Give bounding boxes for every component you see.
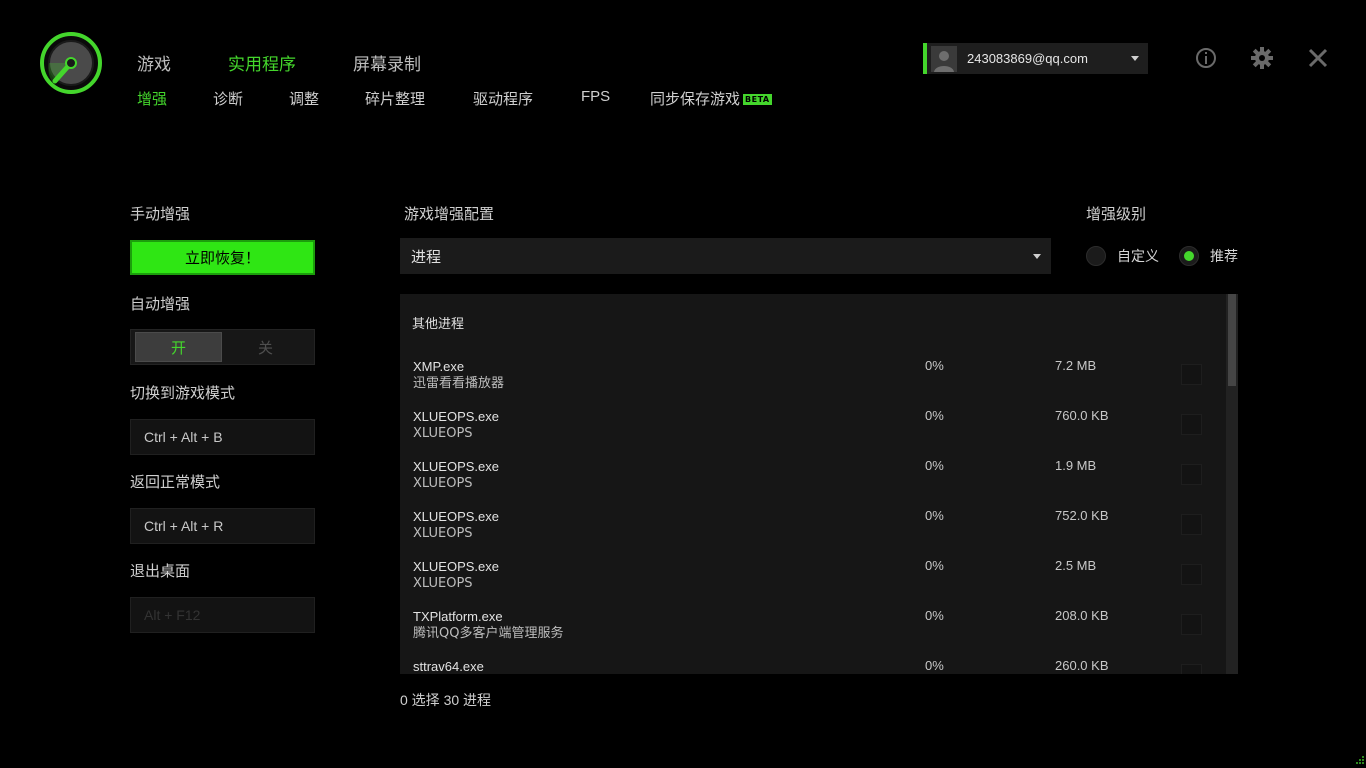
tab-games[interactable]: 游戏 [137, 50, 171, 75]
config-select-value: 进程 [411, 247, 442, 266]
scrollbar-thumb[interactable] [1228, 294, 1236, 386]
subtab-diagnostics[interactable]: 诊断 [213, 88, 243, 109]
close-icon[interactable] [1306, 46, 1330, 70]
process-name: sttrav64.exe [413, 659, 484, 674]
process-row[interactable]: XLUEOPS.exe XLUEOPS 0% 760.0 KB [400, 408, 1226, 458]
gear-icon[interactable] [1250, 46, 1274, 70]
process-name: XLUEOPS.exe [413, 409, 499, 424]
process-cpu: 0% [925, 458, 944, 473]
process-memory: 2.5 MB [1055, 558, 1097, 573]
account-dropdown[interactable]: 243083869@qq.com [923, 43, 1148, 74]
level-option-custom[interactable]: 自定义 [1086, 246, 1159, 266]
exit-desktop-hotkey-field[interactable]: Alt + F12 [130, 597, 315, 633]
selection-status: 0 选择 30 进程 [400, 692, 492, 708]
auto-boost-label: 自动增强 [130, 295, 191, 313]
process-cpu: 0% [925, 358, 944, 373]
info-icon[interactable] [1194, 46, 1218, 70]
process-list-scrollbar[interactable] [1226, 294, 1238, 674]
process-memory: 208.0 KB [1055, 608, 1109, 623]
radio-recommended[interactable] [1179, 246, 1199, 266]
process-name: XLUEOPS.exe [413, 559, 499, 574]
beta-badge: BETA [743, 94, 772, 105]
process-name: TXPlatform.exe [413, 609, 503, 624]
process-cpu: 0% [925, 408, 944, 423]
switch-game-mode-label: 切换到游戏模式 [130, 384, 236, 402]
process-checkbox[interactable] [1181, 364, 1202, 385]
level-option-custom-label: 自定义 [1117, 249, 1159, 265]
process-description: XLUEOPS [413, 526, 473, 541]
return-normal-mode-label: 返回正常模式 [130, 473, 221, 491]
process-row[interactable]: XLUEOPS.exe XLUEOPS 0% 752.0 KB [400, 508, 1226, 558]
process-cpu: 0% [925, 558, 944, 573]
process-row[interactable]: sttrav64.exe 0% 260.0 KB [400, 658, 1226, 674]
radio-selected-dot [1184, 251, 1194, 261]
process-checkbox[interactable] [1181, 664, 1202, 674]
process-description: XLUEOPS [413, 576, 473, 591]
level-option-recommended-label: 推荐 [1210, 249, 1238, 265]
process-checkbox[interactable] [1181, 464, 1202, 485]
process-row[interactable]: TXPlatform.exe 腾讯QQ多客户端管理服务 0% 208.0 KB [400, 608, 1226, 658]
process-list-panel[interactable]: 其他进程 XMP.exe 迅雷看看播放器 0% 7.2 MB XLUEOPS.e… [400, 294, 1238, 674]
boost-level-label: 增强级别 [1086, 205, 1147, 223]
return-normal-mode-hotkey-field[interactable]: Ctrl + Alt + R [130, 508, 315, 544]
subtab-game-save-sync-label: 同步保存游戏 [650, 90, 741, 108]
process-checkbox[interactable] [1181, 514, 1202, 535]
process-cpu: 0% [925, 608, 944, 623]
process-description: XLUEOPS [413, 426, 473, 441]
process-checkbox[interactable] [1181, 414, 1202, 435]
account-email: 243083869@qq.com [967, 51, 1088, 66]
razer-cortex-logo-icon[interactable] [39, 31, 103, 95]
subtab-boost[interactable]: 增强 [137, 88, 167, 109]
process-description: 迅雷看看播放器 [413, 376, 505, 391]
restore-now-button[interactable]: 立即恢复！ [130, 240, 315, 275]
subtab-fps[interactable]: FPS [581, 88, 610, 105]
process-checkbox[interactable] [1181, 564, 1202, 585]
manual-boost-label: 手动增强 [130, 205, 191, 223]
process-cpu: 0% [925, 508, 944, 523]
chevron-down-icon [1033, 254, 1041, 259]
process-name: XMP.exe [413, 359, 465, 374]
process-description: 腾讯QQ多客户端管理服务 [413, 626, 564, 641]
toggle-off-option[interactable]: 关 [222, 332, 309, 362]
tab-screen-recording[interactable]: 屏幕录制 [353, 50, 421, 75]
switch-game-mode-hotkey-field[interactable]: Ctrl + Alt + B [130, 419, 315, 455]
process-row[interactable]: XLUEOPS.exe XLUEOPS 0% 2.5 MB [400, 558, 1226, 608]
process-description: XLUEOPS [413, 476, 473, 491]
user-avatar-icon [931, 45, 957, 72]
process-memory: 260.0 KB [1055, 658, 1109, 673]
subtab-tweaks[interactable]: 调整 [289, 88, 319, 109]
process-memory: 760.0 KB [1055, 408, 1109, 423]
process-memory: 1.9 MB [1055, 458, 1097, 473]
subtab-defrag[interactable]: 碎片整理 [365, 88, 425, 109]
exit-desktop-label: 退出桌面 [130, 562, 191, 580]
process-cpu: 0% [925, 658, 944, 673]
auto-boost-toggle[interactable]: 开 关 [130, 329, 315, 365]
config-select[interactable]: 进程 [400, 238, 1051, 274]
process-memory: 752.0 KB [1055, 508, 1109, 523]
process-row[interactable]: XLUEOPS.exe XLUEOPS 0% 1.9 MB [400, 458, 1226, 508]
subtab-drivers[interactable]: 驱动程序 [473, 88, 533, 109]
tab-utilities[interactable]: 实用程序 [228, 50, 296, 75]
game-boost-config-label: 游戏增强配置 [404, 205, 495, 223]
process-checkbox[interactable] [1181, 614, 1202, 635]
toggle-on-option[interactable]: 开 [135, 332, 222, 362]
process-memory: 7.2 MB [1055, 358, 1097, 373]
process-name: XLUEOPS.exe [413, 509, 499, 524]
process-group-title: 其他进程 [412, 317, 465, 332]
chevron-down-icon [1131, 56, 1139, 61]
process-name: XLUEOPS.exe [413, 459, 499, 474]
resize-grip-icon[interactable] [1352, 754, 1364, 766]
radio-custom[interactable] [1086, 246, 1106, 266]
process-row[interactable]: XMP.exe 迅雷看看播放器 0% 7.2 MB [400, 358, 1226, 408]
level-option-recommended[interactable]: 推荐 [1179, 246, 1238, 266]
subtab-game-save-sync[interactable]: 同步保存游戏 BETA [650, 88, 772, 109]
